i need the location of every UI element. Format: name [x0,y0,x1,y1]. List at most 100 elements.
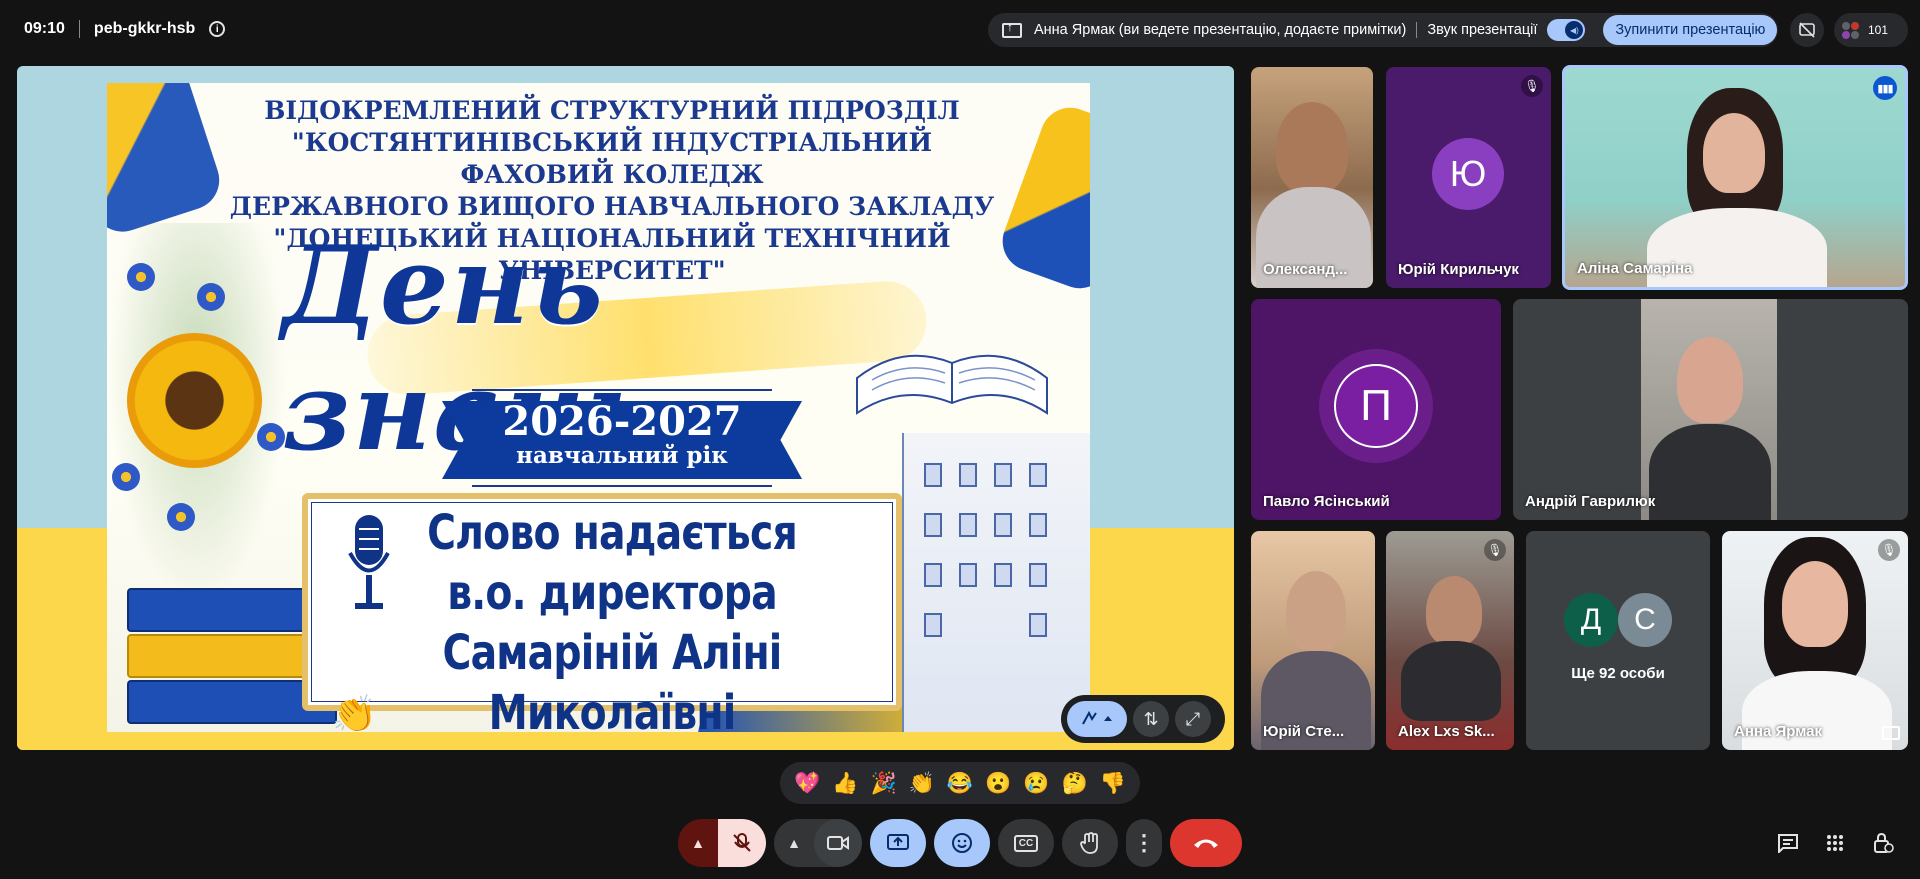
speech-text: Слово надається в.о. директора Самаріній… [370,503,854,732]
end-call-icon [1194,839,1218,848]
mic-off-icon: 🎙︎ [1521,75,1543,97]
meeting-code: peb-gkkr-hsb [93,20,196,37]
participant-tile[interactable]: П Павло Ясінський [1251,299,1501,520]
participant-tile[interactable]: Андрій Гаврилюк [1513,299,1908,520]
speech-line: Слово надається [427,505,798,561]
present-icon [887,834,909,850]
captions-button[interactable]: CC [998,819,1054,867]
academic-year: 2026-2027 [502,398,742,445]
presentation-status-bar: Анна Ярмак (ви ведете презентацію, додає… [988,13,1778,47]
speech-line: в.о. директора [447,565,777,621]
camera-icon [827,836,849,850]
mic-off-icon: 🎙︎ [1878,539,1900,561]
participant-tile[interactable]: Юрій Сте... [1251,531,1375,750]
activities-grid-icon[interactable] [1820,828,1850,858]
presentation-slide: ВІДОКРЕМЛЕНИЙ СТРУКТУРНИЙ ПІДРОЗДІЛ "КОС… [107,83,1090,732]
participant-name: Анна Ярмак [1734,723,1822,740]
reaction-thinking[interactable]: 🤔 [1062,773,1088,794]
more-participants-label: Ще 92 особи [1571,665,1665,682]
captions-icon: CC [1013,834,1039,852]
participant-name: Юрій Кирильчук [1398,261,1519,278]
reaction-thumbs-up[interactable]: 👍 [832,773,858,794]
participant-tile[interactable]: 🎙︎ Анна Ярмак [1722,531,1908,750]
participant-video [1703,113,1765,193]
participant-name: Андрій Гаврилюк [1525,493,1656,510]
sunflower-illustration [127,333,262,468]
participant-avatar: Д [1564,593,1618,647]
reaction-heart[interactable]: 💖 [794,773,820,794]
cornflower-illustration [167,503,195,531]
host-controls-lock-icon[interactable] [1868,828,1898,858]
more-participants-tile[interactable]: Д С Ще 92 особи [1526,531,1710,750]
participant-avatar: П [1334,364,1418,448]
cornflower-illustration [127,263,155,291]
reaction-clap[interactable]: 👏 [909,773,935,794]
presentation-sound-toggle[interactable] [1547,19,1586,41]
present-screen-icon [1002,20,1022,38]
participant-video [1426,576,1482,646]
reaction-thumbs-down[interactable]: 👎 [1100,773,1126,794]
participant-video [1782,561,1848,647]
more-options-button[interactable]: ⋮ [1126,819,1162,867]
participant-video [1401,641,1501,721]
reaction-surprised[interactable]: 😮 [985,773,1011,794]
participant-name: Аліна Самаріна [1577,260,1693,277]
camera-button[interactable] [814,819,862,867]
camera-options-chevron-icon[interactable]: ▲ [774,819,814,867]
mic-off-icon: 🎙︎ [1484,539,1506,561]
reactions-bar: 💖 👍 🎉 👏 😂 😮 😢 🤔 👎 [780,762,1140,804]
emoji-icon [952,833,972,853]
mic-off-button[interactable] [718,819,766,867]
participant-name: Олександ... [1263,261,1348,278]
college-building-illustration [902,433,1090,732]
participant-avatar: Ю [1432,138,1504,210]
participant-avatar-ring: П [1319,349,1433,463]
more-vert-icon: ⋮ [1133,830,1155,855]
year-banner: 2026-2027 навчальний рік [442,401,802,479]
participant-avatars [1842,21,1860,39]
mic-options-chevron-icon[interactable]: ▲ [678,819,718,867]
presentation-sound-label: Звук презентації [1427,22,1538,38]
slide-header-line: ДЕРЖАВНОГО ВИЩОГО НАВЧАЛЬНОГО ЗАКЛАДУ [229,192,995,221]
participant-name: Юрій Сте... [1263,723,1345,740]
chat-icon[interactable] [1773,828,1803,858]
participant-video [1647,208,1827,287]
reaction-party[interactable]: 🎉 [870,773,896,794]
participant-tile[interactable]: ▮▮▮ Аліна Самаріна [1562,65,1908,290]
participant-video [1286,571,1346,651]
cornflower-illustration [112,463,140,491]
divider-line [472,485,772,487]
hand-icon [1080,832,1098,854]
mic-off-icon [733,833,751,852]
participant-tile[interactable]: Ю 🎙︎ Юрій Кирильчук [1386,67,1551,288]
raise-hand-button[interactable] [1062,819,1118,867]
presentation-status-text: Анна Ярмак (ви ведете презентацію, додає… [1034,22,1407,38]
cornflower-illustration [257,423,285,451]
cornflower-illustration [197,283,225,311]
stop-presentation-button[interactable]: Зупинити презентацію [1603,15,1778,45]
participants-button[interactable]: 101 [1834,13,1908,47]
divider [78,20,80,38]
reaction-sad[interactable]: 😢 [1023,773,1049,794]
hide-self-view-icon[interactable] [1790,13,1824,47]
participant-tile[interactable]: 🎙︎ Alex Lxs Sk... [1386,531,1514,750]
reaction-laugh[interactable]: 😂 [947,773,973,794]
divider-line [472,389,772,391]
participant-tile[interactable]: Олександ... [1251,67,1373,288]
swap-layout-icon[interactable]: ⇅ [1133,701,1169,737]
leave-call-button[interactable] [1170,819,1242,867]
camera-control-group: ▲ [774,819,862,867]
academic-year-subtitle: навчальний рік [516,442,728,469]
present-button[interactable] [870,819,926,867]
emoji-button[interactable] [934,819,990,867]
participant-name: Alex Lxs Sk... [1398,723,1495,740]
mic-control-group: ▲ [678,819,766,867]
pin-tile-icon[interactable] [1882,726,1900,740]
info-icon[interactable]: i [209,21,226,37]
meeting-info: 09:10 peb-gkkr-hsb i [24,18,226,40]
fullscreen-icon[interactable]: ⤢ [1175,701,1211,737]
annotate-button[interactable] [1067,701,1127,737]
slide-header-line: ВІДОКРЕМЛЕНИЙ СТРУКТУРНИЙ ПІДРОЗДІЛ [264,96,960,125]
speaking-indicator-icon: ▮▮▮ [1873,76,1897,100]
ribbon-decoration [107,83,227,240]
